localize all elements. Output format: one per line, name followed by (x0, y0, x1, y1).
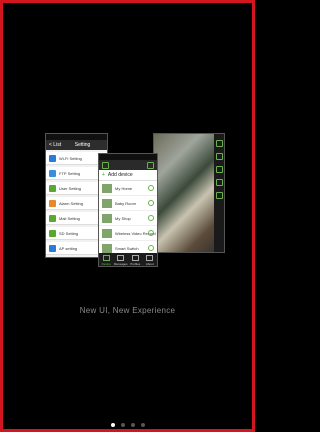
page-indicator[interactable] (3, 423, 252, 427)
device-item: My Shop (99, 211, 157, 226)
settings-icon (148, 215, 154, 221)
device-list-phone-screenshot: + Add device My Home Baby Room My Shop W… (98, 153, 158, 267)
plus-icon: + (102, 172, 105, 178)
device-phone-tabbar: Device Messages Profiles About (99, 253, 157, 266)
device-thumbnail (102, 213, 112, 223)
edit-icon (147, 161, 154, 169)
phones-illustration: < List Setting Wi-Fi Setting FTP Setting… (45, 127, 225, 267)
add-device-row: + Add device (99, 170, 157, 181)
info-icon (146, 255, 154, 261)
tab-profiles: Profiles (128, 253, 143, 266)
device-thumbnail (102, 198, 112, 208)
tab-device: Device (99, 253, 114, 266)
device-thumbnail (102, 243, 112, 253)
page-dot[interactable] (110, 423, 115, 427)
alarm-icon (49, 199, 56, 207)
settings-icon (148, 200, 154, 206)
control-icon (215, 192, 223, 199)
sd-card-icon (49, 229, 56, 237)
app-splash-frame: < List Setting Wi-Fi Setting FTP Setting… (0, 0, 255, 432)
message-icon (117, 255, 125, 261)
wifi-icon (49, 154, 56, 162)
device-thumbnail (102, 183, 112, 193)
page-dot[interactable] (140, 423, 145, 427)
device-item: My Home (99, 181, 157, 196)
settings-icon (148, 230, 154, 236)
control-icon (215, 153, 223, 160)
control-icon (215, 140, 223, 147)
tab-messages: Messages (114, 253, 129, 266)
home-icon (102, 255, 110, 261)
heart-icon (131, 255, 139, 261)
camera-controls-strip (214, 134, 224, 252)
user-icon (49, 184, 56, 192)
device-list-header (99, 160, 157, 170)
settings-icon (148, 185, 154, 191)
settings-title: Setting (74, 142, 91, 148)
ftp-icon (49, 169, 56, 177)
ap-icon (49, 244, 56, 252)
control-icon (215, 179, 223, 186)
tagline-text: New UI, New Experience (79, 306, 176, 315)
device-item: Wireless Video Record (99, 226, 157, 241)
tab-about: About (143, 253, 158, 266)
settings-icon (148, 245, 154, 251)
camera-view-phone-screenshot (153, 133, 225, 253)
mail-icon (49, 214, 56, 222)
settings-back-label: < List (49, 142, 62, 148)
page-dot[interactable] (130, 423, 135, 427)
device-item: Baby Room (99, 196, 157, 211)
settings-phone-header: < List Setting (46, 140, 107, 150)
device-thumbnail (102, 228, 112, 238)
control-icon (215, 166, 223, 173)
page-dot[interactable] (120, 423, 125, 427)
refresh-icon (102, 161, 109, 169)
